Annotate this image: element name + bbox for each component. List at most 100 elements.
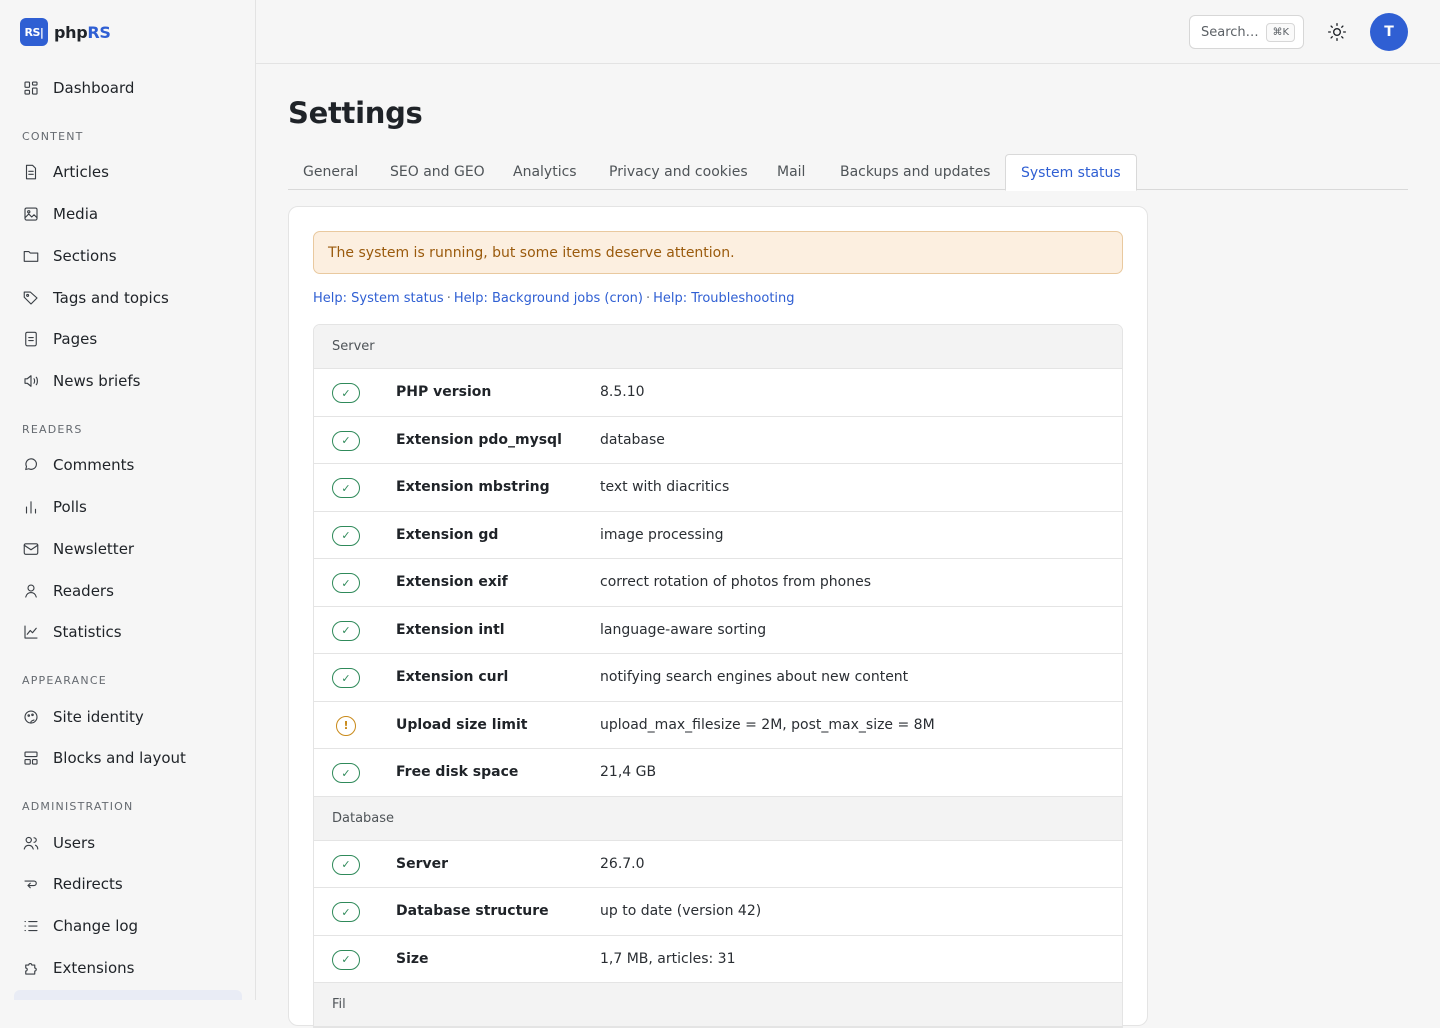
sidebar-item-settings-active[interactable] [14, 990, 242, 1000]
sidebar-item-label: Dashboard [53, 79, 135, 97]
sidebar-item-label: Media [53, 205, 99, 223]
folder-icon [22, 247, 40, 265]
sidebar-item-dashboard[interactable]: Dashboard [14, 70, 242, 106]
avatar[interactable]: T [1370, 13, 1408, 51]
tab-seo-geo[interactable]: SEO and GEO [375, 154, 500, 190]
check-icon: ✓ [332, 763, 360, 783]
topbar: Search… ⌘K T [256, 0, 1440, 64]
sidebar-item-readers[interactable]: Readers [14, 573, 242, 609]
status-value: 26.7.0 [600, 855, 645, 872]
tab-general[interactable]: General [288, 154, 373, 190]
status-label: Free disk space [396, 764, 519, 781]
status-label: Upload size limit [396, 716, 528, 733]
sidebar-item-blocks-layout[interactable]: Blocks and layout [14, 740, 242, 776]
status-group-header: Database [314, 796, 1122, 841]
status-value: database [600, 431, 665, 448]
tag-icon [22, 289, 40, 307]
help-link-system-status[interactable]: Help: System status [313, 291, 444, 306]
image-icon [22, 205, 40, 223]
sidebar-item-label: Blocks and layout [53, 749, 186, 767]
status-table: Server ✓ PHP version 8.5.10 ✓ Extension pdo_m… [313, 324, 1123, 1028]
mail-icon [22, 540, 40, 558]
status-row: ✓ Extension pdo_mysql database [314, 416, 1122, 464]
sidebar-item-statistics[interactable]: Statistics [14, 614, 242, 650]
status-value: text with diacritics [600, 479, 730, 496]
sidebar-item-label: Newsletter [53, 540, 135, 558]
tab-privacy-cookies[interactable]: Privacy and cookies [594, 154, 763, 190]
check-icon: ✓ [332, 383, 360, 403]
tab-system-status[interactable]: System status [1005, 154, 1137, 191]
redirect-icon [22, 875, 40, 893]
user-icon [22, 582, 40, 600]
sidebar-item-media[interactable]: Media [14, 196, 242, 232]
status-value: correct rotation of photos from phones [600, 574, 872, 591]
status-value: image processing [600, 526, 724, 543]
sidebar-item-label: Sections [53, 247, 117, 265]
sidebar-section-appearance: APPEARANCE [22, 674, 107, 687]
sidebar-section-administration: ADMINISTRATION [22, 800, 134, 813]
status-label: Extension mbstring [396, 479, 550, 496]
sidebar-item-pages[interactable]: Pages [14, 321, 242, 357]
search-placeholder: Search… [1201, 24, 1259, 40]
tab-mail[interactable]: Mail [762, 154, 820, 190]
status-value: 21,4 GB [600, 764, 657, 781]
check-icon: ✓ [332, 478, 360, 498]
check-icon: ✓ [332, 573, 360, 593]
help-link-cron[interactable]: Help: Background jobs (cron) [454, 291, 643, 306]
sidebar-item-comments[interactable]: Comments [14, 447, 242, 483]
status-row: ✓ Extension curl notifying search engines … [314, 654, 1122, 702]
page-title: Settings [288, 96, 423, 130]
status-label: PHP version [396, 384, 492, 401]
sidebar-item-label: Polls [53, 498, 87, 516]
status-row: ! Upload size limit upload_max_filesize = … [314, 701, 1122, 749]
tab-backups-updates[interactable]: Backups and updates [825, 154, 1005, 190]
help-link-troubleshooting[interactable]: Help: Troubleshooting [653, 291, 794, 306]
sidebar-item-label: Extensions [53, 959, 135, 977]
list-icon [22, 917, 40, 935]
comment-icon [22, 456, 40, 474]
chart-icon [22, 623, 40, 641]
sidebar-item-site-identity[interactable]: Site identity [14, 699, 242, 735]
sidebar-item-change-log[interactable]: Change log [14, 908, 242, 944]
dashboard-icon [22, 79, 40, 97]
sidebar-item-sections[interactable]: Sections [14, 238, 242, 274]
status-value: language-aware sorting [600, 621, 767, 638]
status-group-header: Fil [314, 983, 1122, 1027]
status-label: Extension gd [396, 526, 499, 543]
sidebar-item-extensions[interactable]: Extensions [14, 950, 242, 986]
layout-icon [22, 749, 40, 767]
sidebar-item-users[interactable]: Users [14, 825, 242, 861]
puzzle-icon [22, 959, 40, 977]
sidebar-item-articles[interactable]: Articles [14, 154, 242, 190]
users-icon [22, 834, 40, 852]
sidebar-item-label: Tags and topics [53, 289, 169, 307]
sidebar-item-tags[interactable]: Tags and topics [14, 280, 242, 316]
sidebar: RS| phpRS Dashboard CONTENT Articles Med… [0, 0, 256, 1000]
sidebar-item-polls[interactable]: Polls [14, 489, 242, 525]
status-value: up to date (version 42) [600, 903, 762, 920]
warning-icon: ! [336, 715, 356, 736]
sidebar-item-redirects[interactable]: Redirects [14, 866, 242, 902]
logo[interactable]: RS| phpRS [20, 18, 111, 46]
document-icon [22, 163, 40, 181]
sidebar-section-readers: READERS [22, 423, 83, 436]
status-alert: The system is running, but some items de… [313, 231, 1123, 274]
sidebar-item-label: Change log [53, 917, 139, 935]
help-links: Help: System status · Help: Background job… [313, 291, 795, 306]
page-icon [22, 330, 40, 348]
sidebar-item-news-briefs[interactable]: News briefs [14, 363, 242, 399]
status-value: 8.5.10 [600, 384, 645, 401]
check-icon: ✓ [332, 525, 360, 546]
sidebar-item-newsletter[interactable]: Newsletter [14, 531, 242, 567]
sidebar-item-label: Redirects [53, 875, 123, 893]
status-row: ✓ Extension mbstring text with diacritics [314, 464, 1122, 512]
check-icon: ✓ [332, 620, 360, 641]
sidebar-item-label: News briefs [53, 372, 141, 390]
status-value: upload_max_filesize = 2M, post_max_size … [600, 716, 935, 733]
tab-analytics[interactable]: Analytics [498, 154, 592, 190]
theme-toggle-button[interactable] [1325, 20, 1349, 44]
status-label: Database structure [396, 903, 549, 920]
status-label: Server [396, 855, 449, 872]
search-input[interactable]: Search… ⌘K [1189, 15, 1304, 49]
palette-icon [22, 708, 40, 726]
